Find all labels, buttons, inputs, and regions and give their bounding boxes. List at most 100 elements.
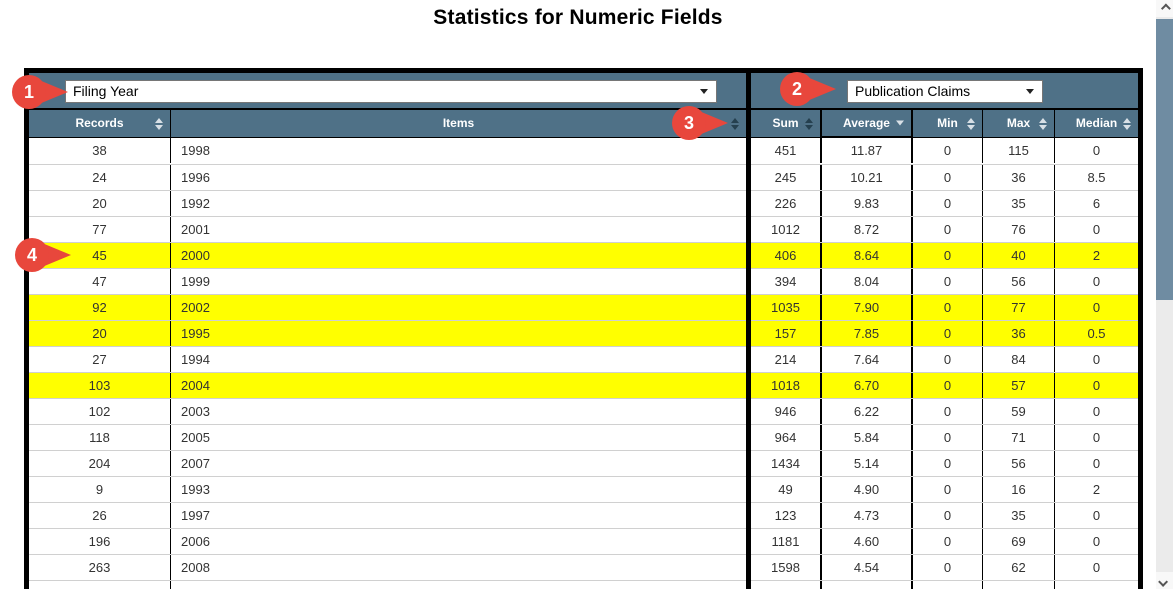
median-cell: 8.5	[1087, 170, 1106, 185]
field-select[interactable]: Filing Year	[65, 80, 717, 103]
items-cell: 2009	[171, 581, 746, 589]
records-cell: 204	[29, 451, 171, 476]
column-header-max[interactable]: Max	[983, 110, 1055, 138]
median-cell: 2	[1092, 248, 1101, 263]
records-cell: 20	[29, 321, 171, 346]
records-sort-both-icon	[155, 117, 163, 130]
column-header-max-label: Max	[1006, 116, 1031, 130]
sum-cell: 1598	[771, 560, 800, 575]
table-row[interactable]: 49 4.90 0 16 2	[751, 476, 1138, 502]
table-row[interactable]: 406 8.64 0 40 2	[751, 242, 1138, 268]
median-cell: 0	[1092, 404, 1101, 419]
table-row[interactable]: 24 1996	[29, 164, 746, 190]
table-row[interactable]: 47 1999	[29, 268, 746, 294]
median-cell: 2	[1092, 482, 1101, 497]
stat-select[interactable]: Publication Claims	[847, 80, 1043, 103]
sum-cell: 245	[774, 170, 797, 185]
table-row[interactable]: 77 2001	[29, 216, 746, 242]
table-row[interactable]: 263 2008	[29, 554, 746, 580]
max-cell: 36	[983, 165, 1055, 190]
table-row[interactable]: 26 1997	[29, 502, 746, 528]
items-cell: 1994	[181, 352, 210, 367]
table-row[interactable]: 27 1994	[29, 346, 746, 372]
table-row[interactable]: 394 8.04 0 56 0	[751, 268, 1138, 294]
table-row[interactable]: 946 6.22 0 59 0	[751, 398, 1138, 424]
items-sort-both-icon	[731, 117, 739, 130]
average-cell: 7.90	[820, 295, 913, 320]
records-cell: 20	[29, 191, 171, 216]
column-header-items[interactable]: Items	[171, 110, 746, 138]
records-cell: 45	[29, 243, 171, 268]
table-row[interactable]: 45 2000	[29, 242, 746, 268]
table-row[interactable]: 1035 7.90 0 77 0	[751, 294, 1138, 320]
min-cell: 0	[913, 503, 983, 528]
sum-cell: 1578	[751, 581, 820, 589]
table-row[interactable]: 20 1995	[29, 320, 746, 346]
table-row[interactable]: 196 2006	[29, 528, 746, 554]
table-row[interactable]: 20 1992	[29, 190, 746, 216]
table-row[interactable]: 9 1993	[29, 476, 746, 502]
table-row[interactable]: 1018 6.70 0 57 0	[751, 372, 1138, 398]
table-row[interactable]: 1181 4.60 0 69 0	[751, 528, 1138, 554]
min-cell: 0	[913, 529, 983, 554]
min-cell: 0	[913, 451, 983, 476]
column-header-median-label: Median	[1075, 116, 1118, 130]
average-cell: 10.21	[820, 165, 913, 190]
right-toolbar: Publication Claims	[751, 73, 1138, 110]
table-row[interactable]: 92 2002	[29, 294, 746, 320]
sum-cell: 157	[774, 326, 797, 341]
average-cell: 4.54	[820, 555, 913, 580]
max-cell: 84	[983, 347, 1055, 372]
vertical-scrollbar[interactable]	[1156, 0, 1173, 589]
max-cell: 62	[983, 555, 1055, 580]
right-panel: Publication Claims Sum Average Min Max Media…	[751, 73, 1138, 589]
min-cell: 0	[913, 321, 983, 346]
table-row[interactable]: 1598 4.54 0 62 0	[751, 554, 1138, 580]
items-cell: 2004	[181, 378, 210, 393]
scroll-down-button[interactable]	[1156, 572, 1173, 589]
median-cell: 0	[1055, 581, 1138, 589]
records-cell: 47	[29, 269, 171, 294]
scroll-up-button[interactable]	[1156, 0, 1173, 17]
table-row[interactable]: 1012 8.72 0 76 0	[751, 216, 1138, 242]
column-header-sum[interactable]: Sum	[751, 110, 820, 138]
table-row[interactable]: 964 5.84 0 71 0	[751, 424, 1138, 450]
records-cell: 196	[29, 529, 171, 554]
table-row[interactable]: 38 1998	[29, 138, 746, 164]
table-row[interactable]: 226 9.83 0 35 6	[751, 190, 1138, 216]
column-header-min[interactable]: Min	[913, 110, 983, 138]
min-cell: 0	[913, 138, 983, 163]
sum-cell: 451	[774, 143, 797, 158]
table-row[interactable]: 245 10.21 0 36 8.5	[751, 164, 1138, 190]
average-cell: 5.84	[820, 425, 913, 450]
table-row[interactable]: 204 2007	[29, 450, 746, 476]
table-row[interactable]: 123 4.73 0 35 0	[751, 502, 1138, 528]
statistics-table: Filing Year Records Items 38 1998 24 1996 20 1…	[24, 68, 1143, 589]
max-cell: 71	[983, 425, 1055, 450]
table-row[interactable]: 103 2004	[29, 372, 746, 398]
table-row[interactable]: 214 7.64 0 84 0	[751, 346, 1138, 372]
field-select-value: Filing Year	[73, 83, 139, 99]
median-cell: 0	[1092, 352, 1101, 367]
table-row[interactable]: 451 11.87 0 115 0	[751, 138, 1138, 164]
table-row[interactable]: 1434 5.14 0 56 0	[751, 450, 1138, 476]
table-row[interactable]: 3662009	[29, 580, 746, 589]
min-cell: 0	[913, 425, 983, 450]
scrollbar-thumb[interactable]	[1156, 19, 1173, 300]
min-sort-both-icon	[967, 117, 975, 130]
average-cell: 6.70	[820, 373, 913, 398]
min-cell: 0	[913, 217, 983, 242]
table-row[interactable]: 102 2003	[29, 398, 746, 424]
items-cell: 1998	[181, 143, 210, 158]
table-row[interactable]: 157 7.85 0 36 0.5	[751, 320, 1138, 346]
max-cell: 57	[983, 373, 1055, 398]
median-cell: 0	[1092, 560, 1101, 575]
column-header-records[interactable]: Records	[29, 110, 171, 138]
max-cell: 115	[983, 138, 1055, 163]
table-row[interactable]: 118 2005	[29, 424, 746, 450]
table-row[interactable]: 15784.310470	[751, 580, 1138, 589]
column-header-median[interactable]: Median	[1055, 110, 1138, 138]
column-header-average[interactable]: Average	[820, 110, 913, 138]
max-cell: 56	[983, 451, 1055, 476]
left-header-row: Records Items	[29, 110, 746, 138]
